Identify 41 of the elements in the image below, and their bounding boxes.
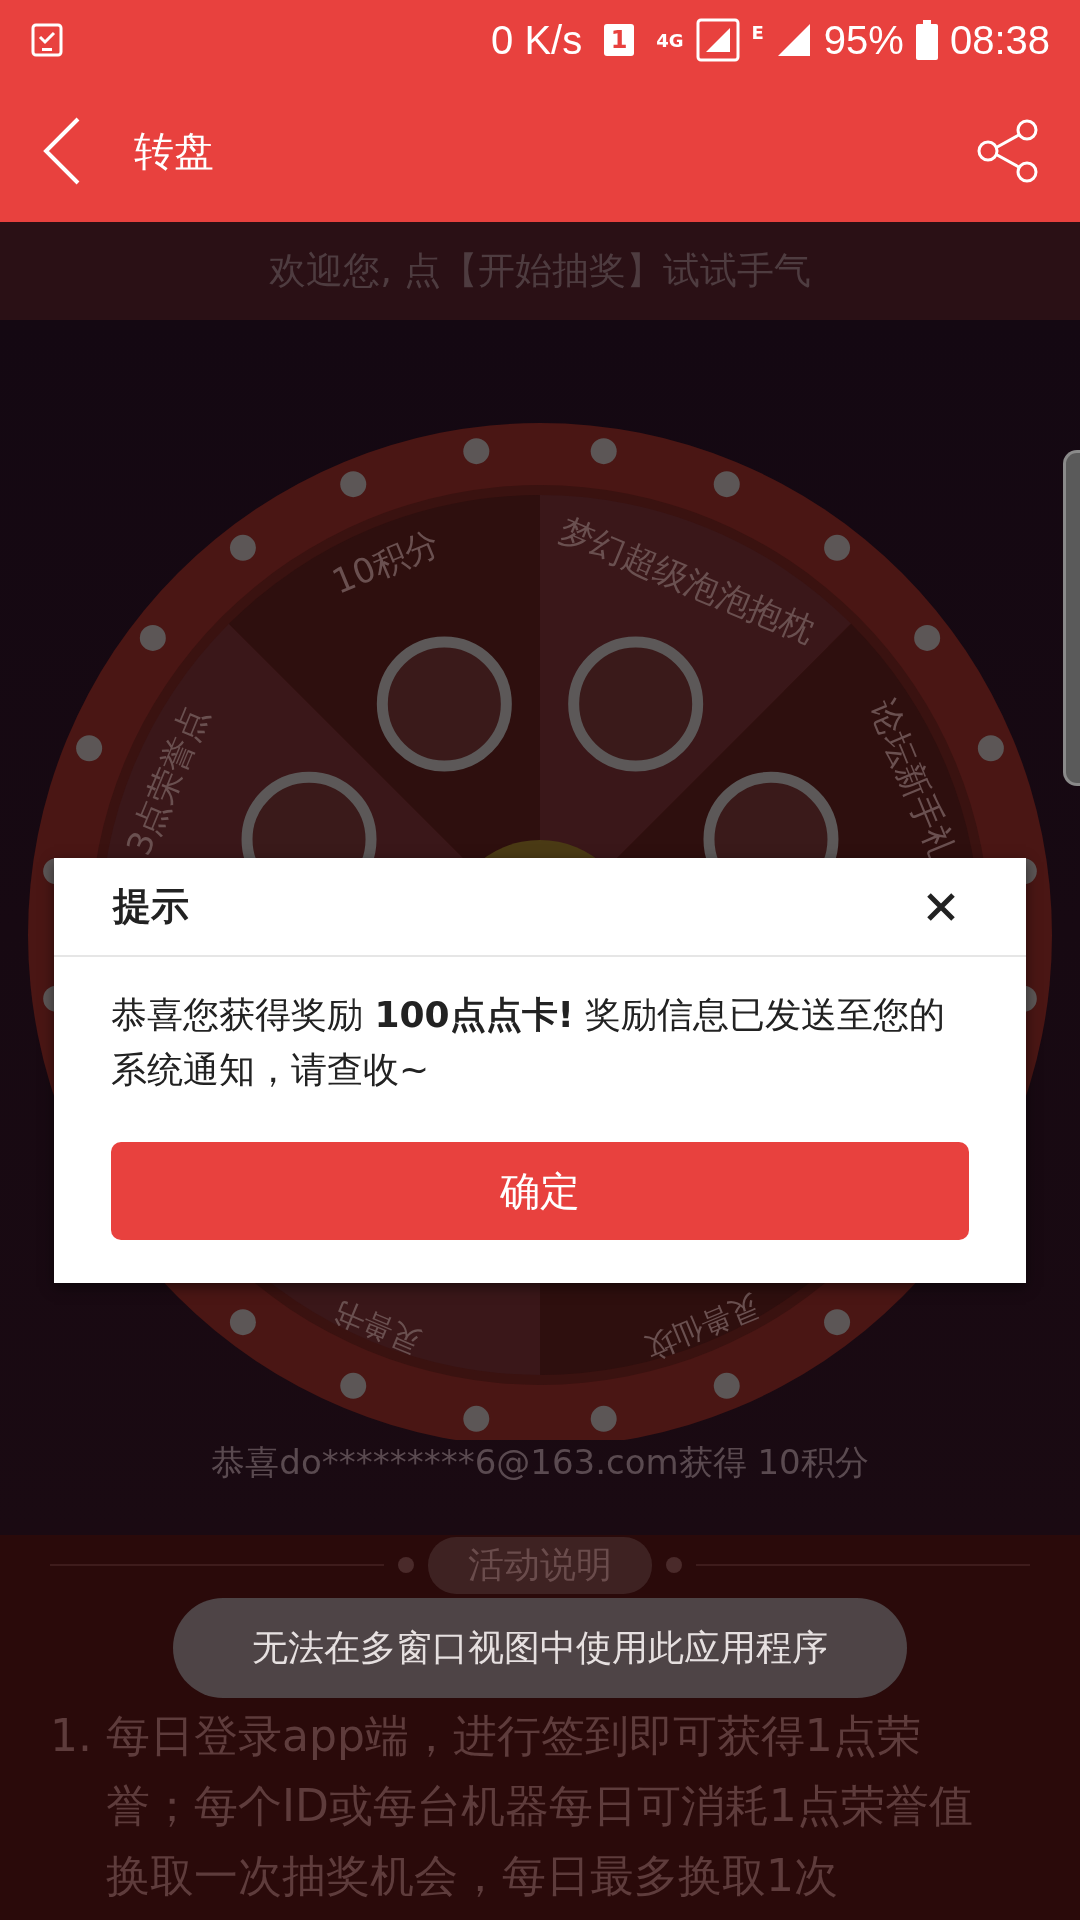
dialog-title: 提示 [113, 883, 189, 930]
confirm-button[interactable]: 确定 [111, 1142, 969, 1240]
divider-dot [666, 1557, 682, 1573]
divider-dot [398, 1557, 414, 1573]
prize-label: 灵兽书 [329, 1293, 426, 1361]
network-speed: 0 K/s [491, 17, 583, 63]
rim-light [713, 471, 740, 498]
rim-light [824, 1309, 851, 1336]
prize-label: 10积分 [326, 522, 445, 602]
rim-light [463, 1405, 490, 1432]
clipboard-check-icon [30, 22, 64, 58]
close-icon[interactable] [926, 891, 956, 922]
rim-light [139, 624, 166, 651]
rim-light [463, 438, 490, 465]
rim-light [713, 1372, 740, 1399]
rim-light [340, 1372, 367, 1399]
edge-panel-handle[interactable] [1063, 450, 1080, 786]
winner-ticker: 恭喜do*********6@163.com获得 10积分 [211, 1441, 869, 1484]
network-type: E [751, 22, 764, 43]
signal-icon [695, 18, 740, 62]
battery-percent: 95% [823, 17, 904, 63]
battery-icon [915, 20, 938, 60]
network-type: 4G [656, 29, 684, 51]
page-title: 转盘 [134, 126, 214, 176]
sim-badge: 1 [604, 24, 635, 56]
toast-message: 无法在多窗口视图中使用此应用程序 [173, 1598, 907, 1698]
dialog-message: 恭喜您获得奖励 100点点卡! 奖励信息已发送至您的系统通知，请查收~ [111, 993, 947, 1092]
rim-light [977, 735, 1004, 762]
rim-light [229, 1309, 256, 1336]
rim-light [590, 438, 617, 465]
prize-label: 梦幻超级泡泡抱枕 [553, 509, 821, 651]
rim-light [340, 471, 367, 498]
rim-light [824, 534, 851, 561]
rim-light [914, 624, 941, 651]
rim-light [590, 1405, 617, 1432]
rim-light [76, 735, 103, 762]
prize-label: 灵兽仙坟 [640, 1288, 765, 1367]
clock: 08:38 [949, 17, 1050, 63]
share-icon[interactable] [976, 119, 1040, 183]
rim-light [229, 534, 256, 561]
prize-label: 3点荣誉点 [118, 699, 216, 861]
